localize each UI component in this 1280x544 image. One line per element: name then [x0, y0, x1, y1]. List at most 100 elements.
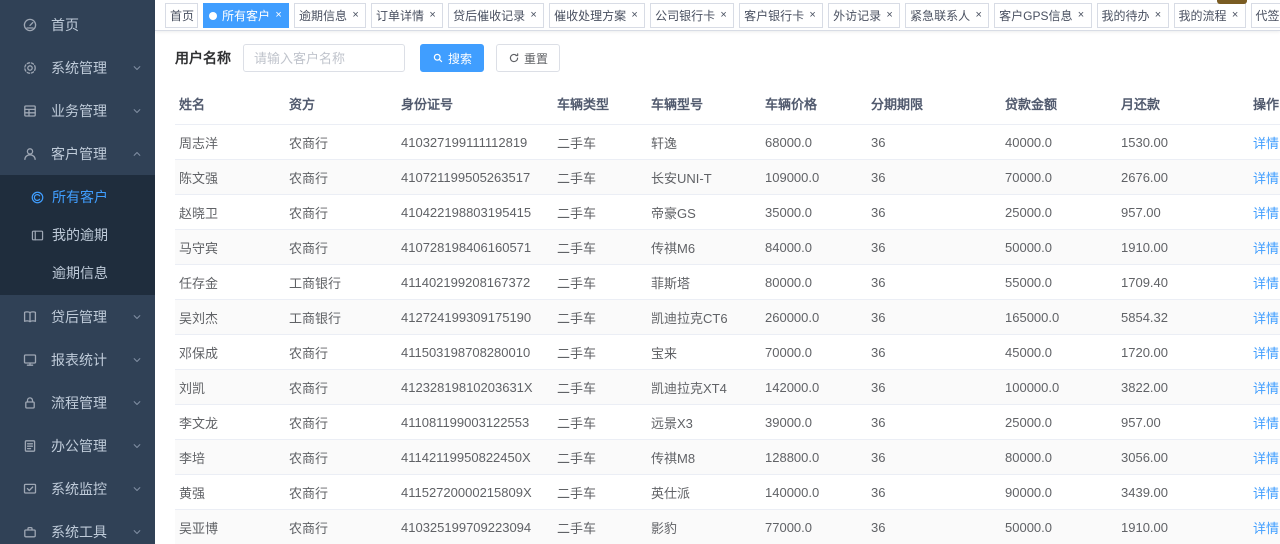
- cell-term: 36: [867, 195, 1001, 230]
- sidebar-item-4[interactable]: 贷后管理: [0, 295, 155, 338]
- tab-8[interactable]: 外访记录×: [828, 3, 900, 28]
- close-icon[interactable]: ×: [272, 9, 285, 22]
- cell-vehicle-type: 二手车: [553, 300, 647, 335]
- cell-action: 详情: [1235, 300, 1280, 335]
- sidebar-item-label: 系统管理: [51, 58, 131, 78]
- close-icon[interactable]: ×: [1229, 9, 1242, 22]
- cell-name: 邓保成: [175, 335, 285, 370]
- detail-link[interactable]: 详情: [1253, 136, 1279, 151]
- cell-id-number: 410721199505263517: [397, 160, 553, 195]
- table-row: 周志洋农商行410327199111112819二手车轩逸68000.03640…: [175, 125, 1280, 160]
- close-icon[interactable]: ×: [1075, 9, 1088, 22]
- sidebar-item-label: 办公管理: [51, 436, 131, 456]
- search-button[interactable]: 搜索: [420, 44, 484, 72]
- sidebar-item-2[interactable]: 业务管理: [0, 89, 155, 132]
- sidebar-item-5[interactable]: 报表统计: [0, 338, 155, 381]
- detail-link[interactable]: 详情: [1253, 346, 1279, 361]
- cell-loan-amount: 50000.0: [1001, 510, 1117, 544]
- close-icon[interactable]: ×: [527, 9, 540, 22]
- cell-term: 36: [867, 475, 1001, 510]
- submenu-item-3-0[interactable]: 所有客户: [0, 178, 155, 216]
- reset-button[interactable]: 重置: [496, 44, 560, 72]
- cell-term: 36: [867, 300, 1001, 335]
- grid-icon: [22, 103, 38, 119]
- tab-9[interactable]: 紧急联系人×: [905, 3, 989, 28]
- sidebar-item-1[interactable]: 系统管理: [0, 46, 155, 89]
- tab-label: 所有客户: [222, 7, 270, 24]
- reset-button-label: 重置: [524, 50, 548, 67]
- close-icon[interactable]: ×: [628, 9, 641, 22]
- cell-term: 36: [867, 370, 1001, 405]
- close-icon[interactable]: ×: [806, 9, 819, 22]
- tab-label: 订单详情: [376, 7, 424, 24]
- column-header: 车辆型号: [647, 87, 761, 125]
- detail-link[interactable]: 详情: [1253, 311, 1279, 326]
- table-row: 吴刘杰工商银行412724199309175190二手车凯迪拉克CT626000…: [175, 300, 1280, 335]
- cell-vehicle-price: 80000.0: [761, 265, 867, 300]
- cell-action: 详情: [1235, 160, 1280, 195]
- cell-funder: 农商行: [285, 335, 397, 370]
- detail-link[interactable]: 详情: [1253, 206, 1279, 221]
- avatar-partial[interactable]: [1217, 0, 1247, 4]
- cell-loan-amount: 55000.0: [1001, 265, 1117, 300]
- detail-link[interactable]: 详情: [1253, 451, 1279, 466]
- chevron-down-icon: [131, 354, 143, 366]
- submenu-item-label: 逾期信息: [52, 263, 108, 283]
- cell-name: 刘凯: [175, 370, 285, 405]
- detail-link[interactable]: 详情: [1253, 381, 1279, 396]
- cell-vehicle-type: 二手车: [553, 195, 647, 230]
- customer-name-input[interactable]: [243, 44, 405, 72]
- submenu-item-3-2[interactable]: 逾期信息: [0, 254, 155, 292]
- cell-vehicle-price: 109000.0: [761, 160, 867, 195]
- close-icon[interactable]: ×: [883, 9, 896, 22]
- cell-vehicle-model: 长安UNI-T: [647, 160, 761, 195]
- cell-loan-amount: 25000.0: [1001, 195, 1117, 230]
- tab-7[interactable]: 客户银行卡×: [739, 3, 823, 28]
- sidebar-item-6[interactable]: 流程管理: [0, 381, 155, 424]
- chevron-down-icon: [131, 311, 143, 323]
- detail-link[interactable]: 详情: [1253, 241, 1279, 256]
- tab-13[interactable]: 代签任务×: [1251, 3, 1280, 28]
- cell-action: 详情: [1235, 195, 1280, 230]
- sidebar-item-3[interactable]: 客户管理: [0, 132, 155, 175]
- detail-link[interactable]: 详情: [1253, 276, 1279, 291]
- close-icon[interactable]: ×: [717, 9, 730, 22]
- cell-monthly-payment: 957.00: [1117, 405, 1235, 440]
- tab-6[interactable]: 公司银行卡×: [650, 3, 734, 28]
- tab-12[interactable]: 我的流程×: [1174, 3, 1246, 28]
- cell-term: 36: [867, 230, 1001, 265]
- close-icon[interactable]: ×: [972, 9, 985, 22]
- close-icon[interactable]: ×: [1152, 9, 1165, 22]
- detail-link[interactable]: 详情: [1253, 521, 1279, 536]
- tab-3[interactable]: 订单详情×: [371, 3, 443, 28]
- cell-action: 详情: [1235, 440, 1280, 475]
- tab-1[interactable]: 所有客户×: [203, 3, 289, 28]
- sidebar-item-7[interactable]: 办公管理: [0, 424, 155, 467]
- cell-loan-amount: 90000.0: [1001, 475, 1117, 510]
- cell-vehicle-model: 凯迪拉克CT6: [647, 300, 761, 335]
- tab-0[interactable]: 首页: [165, 3, 198, 28]
- detail-link[interactable]: 详情: [1253, 416, 1279, 431]
- sidebar-item-0[interactable]: 首页: [0, 3, 155, 46]
- detail-link[interactable]: 详情: [1253, 486, 1279, 501]
- tab-11[interactable]: 我的待办×: [1097, 3, 1169, 28]
- cell-loan-amount: 45000.0: [1001, 335, 1117, 370]
- cell-monthly-payment: 1709.40: [1117, 265, 1235, 300]
- table-row: 李文龙农商行411081199003122553二手车远景X339000.036…: [175, 405, 1280, 440]
- tab-2[interactable]: 逾期信息×: [294, 3, 366, 28]
- submenu-item-3-1[interactable]: 我的逾期: [0, 216, 155, 254]
- tab-4[interactable]: 贷后催收记录×: [448, 3, 544, 28]
- cell-vehicle-type: 二手车: [553, 405, 647, 440]
- table-header-row: 姓名资方身份证号车辆类型车辆型号车辆价格分期期限贷款金额月还款操作: [175, 87, 1280, 125]
- tab-label: 客户GPS信息: [999, 7, 1072, 24]
- search-field-label: 用户名称: [175, 48, 231, 68]
- close-icon[interactable]: ×: [426, 9, 439, 22]
- sidebar-item-8[interactable]: 系统监控: [0, 467, 155, 510]
- detail-link[interactable]: 详情: [1253, 171, 1279, 186]
- cell-name: 李文龙: [175, 405, 285, 440]
- tab-10[interactable]: 客户GPS信息×: [994, 3, 1091, 28]
- tab-5[interactable]: 催收处理方案×: [549, 3, 645, 28]
- close-icon[interactable]: ×: [349, 9, 362, 22]
- chevron-down-icon: [131, 483, 143, 495]
- sidebar-item-9[interactable]: 系统工具: [0, 510, 155, 544]
